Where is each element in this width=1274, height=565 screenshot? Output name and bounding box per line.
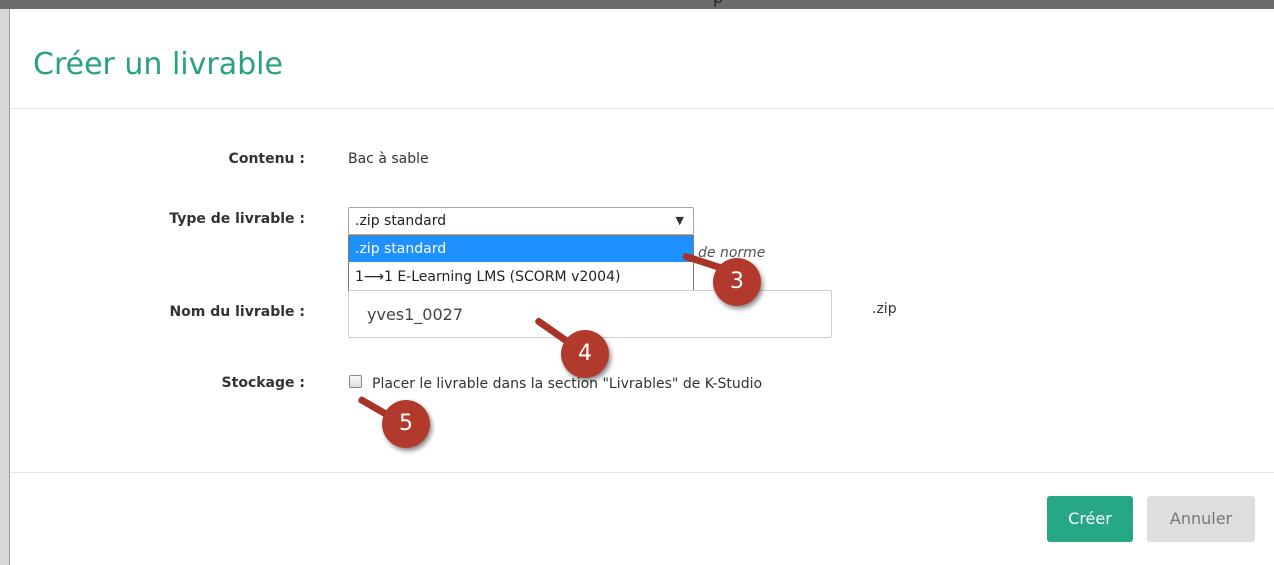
name-input-value: yves1_0027 — [367, 305, 464, 324]
type-option-zip-standard[interactable]: .zip standard — [349, 236, 693, 262]
type-label: Type de livrable : — [169, 211, 305, 227]
callout-5-badge: 5 — [382, 400, 430, 448]
content-label: Contenu : — [228, 151, 305, 167]
chevron-down-icon: ▼ — [675, 214, 684, 227]
type-select-value: .zip standard — [355, 213, 447, 229]
type-dropdown-list: .zip standard 1⟶1 E-Learning LMS (SCORM … — [348, 235, 694, 293]
type-option-scorm[interactable]: 1⟶1 E-Learning LMS (SCORM v2004) — [349, 264, 693, 290]
cancel-button[interactable]: Annuler — [1147, 496, 1255, 542]
callout-4-badge: 4 — [561, 330, 609, 378]
storage-checkbox[interactable] — [349, 375, 362, 388]
callout-3-badge: 3 — [713, 258, 761, 306]
footer-divider — [10, 472, 1274, 473]
name-suffix: .zip — [872, 301, 897, 317]
modal-title: Créer un livrable — [33, 47, 283, 82]
create-button[interactable]: Créer — [1047, 496, 1133, 542]
type-select[interactable]: .zip standard ▼ — [348, 207, 694, 235]
create-deliverable-modal: Créer un livrable Contenu : Bac à sable … — [10, 9, 1274, 565]
header-divider — [10, 108, 1274, 109]
storage-checkbox-label[interactable]: Placer le livrable dans la section "Livr… — [372, 376, 762, 392]
name-label: Nom du livrable : — [169, 304, 305, 320]
background-top-bar — [0, 0, 1274, 9]
background-text-fragment: p — [713, 0, 723, 7]
storage-label: Stockage : — [221, 375, 305, 391]
content-value: Bac à sable — [348, 151, 429, 167]
